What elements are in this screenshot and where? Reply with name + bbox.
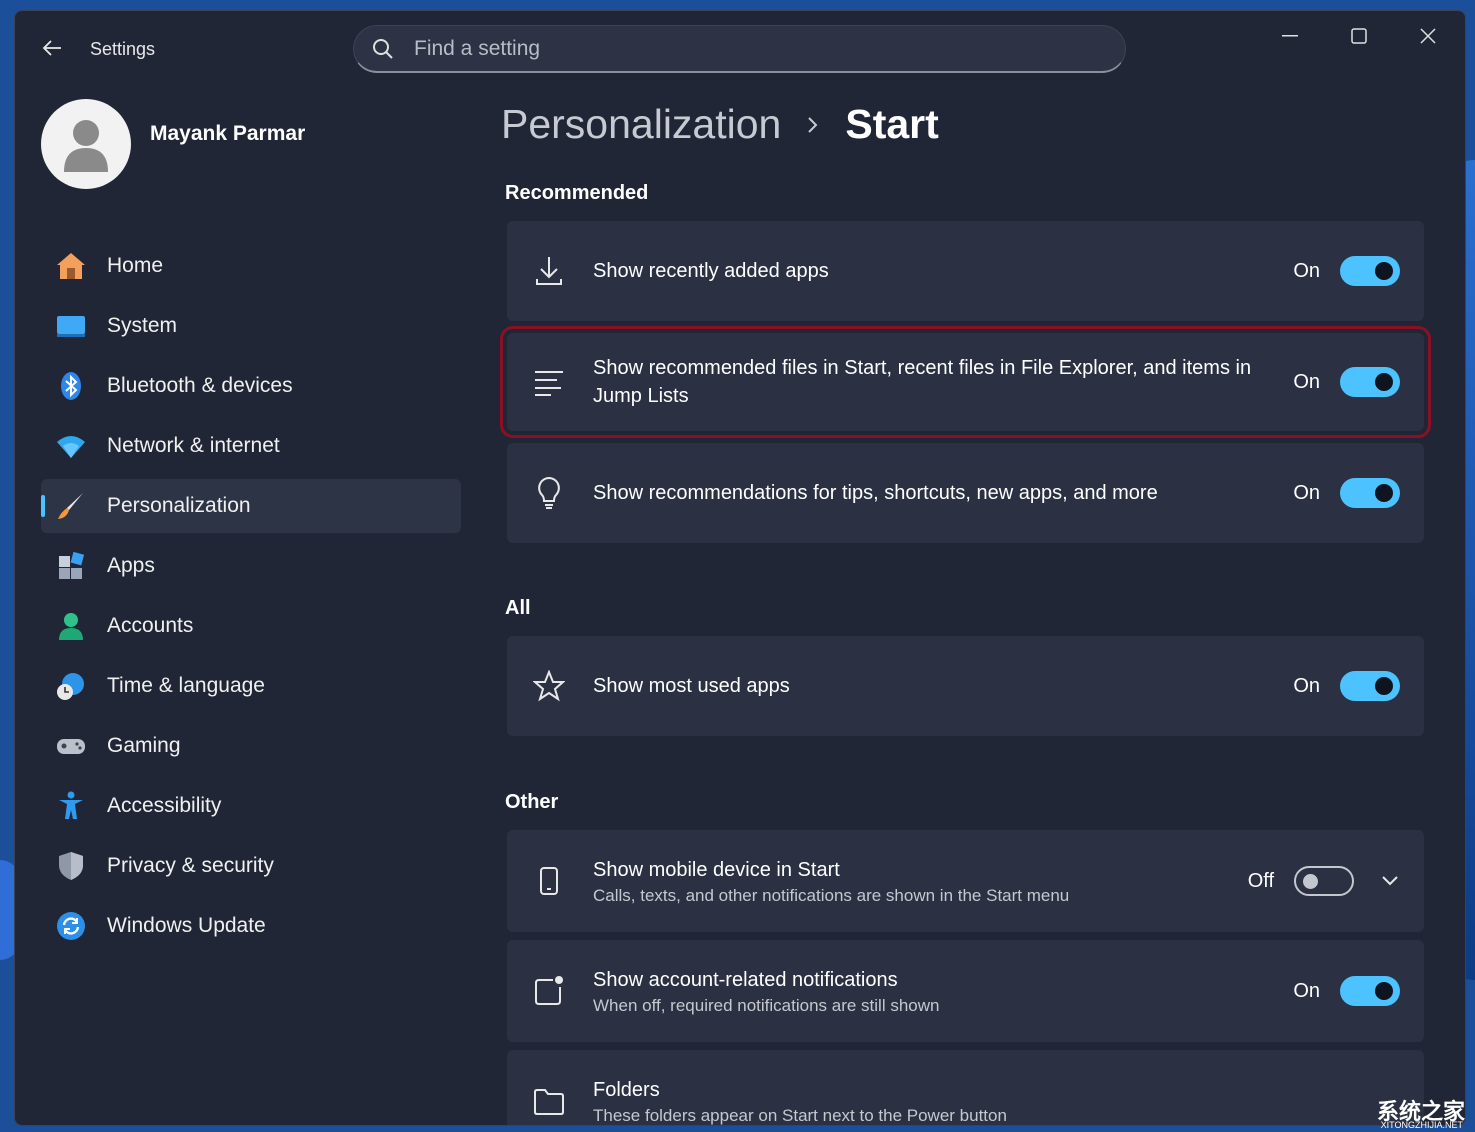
setting-title: Show recommendations for tips, shortcuts… [593, 482, 1158, 504]
lightbulb-icon [529, 473, 569, 513]
sidebar-item-label: Network & internet [107, 434, 280, 457]
sidebar-item-home[interactable]: Home [41, 239, 461, 293]
sidebar-item-label: Accessibility [107, 794, 222, 817]
search-input[interactable] [414, 36, 1014, 61]
folder-icon [529, 1082, 569, 1122]
close-icon [1420, 28, 1436, 44]
watermark-url: XITONGZHIJIA.NET [1380, 1120, 1463, 1130]
sidebar-item-label: Privacy & security [107, 854, 274, 877]
back-button[interactable] [37, 33, 67, 63]
download-icon [529, 251, 569, 291]
most-used-apps-toggle[interactable] [1340, 671, 1400, 701]
sidebar-item-label: Accounts [107, 614, 194, 637]
sidebar-item-label: Personalization [107, 494, 251, 517]
sidebar-item-windows-update[interactable]: Windows Update [41, 899, 461, 953]
avatar[interactable] [41, 99, 131, 189]
section-heading-other: Other [505, 791, 559, 813]
brush-icon [55, 490, 87, 522]
shield-icon [55, 850, 87, 882]
mobile-device-toggle[interactable] [1294, 866, 1354, 896]
toggle-state-label: On [1293, 259, 1320, 282]
breadcrumb: Personalization Start [501, 101, 939, 148]
breadcrumb-parent[interactable]: Personalization [501, 101, 781, 148]
setting-recently-added-apps: Show recently added apps On [507, 221, 1424, 321]
search-icon [373, 38, 393, 59]
home-icon [55, 250, 87, 282]
sidebar-item-label: Gaming [107, 734, 181, 757]
sidebar-item-label: Bluetooth & devices [107, 374, 293, 397]
sidebar-item-accounts[interactable]: Accounts [41, 599, 461, 653]
sidebar-item-privacy-security[interactable]: Privacy & security [41, 839, 461, 893]
page-title: Start [845, 101, 939, 147]
user-name: Mayank Parmar [150, 122, 306, 145]
sidebar-item-label: Time & language [107, 674, 265, 697]
sidebar-item-system[interactable]: System [41, 299, 461, 353]
toggle-state-label: On [1293, 481, 1320, 504]
account-notifications-toggle[interactable] [1340, 976, 1400, 1006]
apps-icon [55, 550, 87, 582]
recommended-files-toggle[interactable] [1340, 367, 1400, 397]
setting-most-used-apps: Show most used apps On [507, 636, 1424, 736]
star-icon [529, 666, 569, 706]
accounts-icon [55, 610, 87, 642]
setting-title: Folders [593, 1079, 660, 1101]
toggle-state-label: On [1293, 370, 1320, 393]
toggle-state-label: On [1293, 674, 1320, 697]
setting-title: Show mobile device in Start [593, 859, 840, 881]
setting-title: Show recently added apps [593, 260, 829, 282]
user-silhouette-icon [64, 120, 108, 172]
setting-title: Show most used apps [593, 675, 790, 697]
setting-recommended-files: Show recommended files in Start, recent … [500, 326, 1431, 438]
update-icon [55, 910, 87, 942]
setting-folders[interactable]: Folders These folders appear on Start ne… [507, 1050, 1424, 1125]
setting-recommendations-tips: Show recommendations for tips, shortcuts… [507, 443, 1424, 543]
sidebar-item-personalization[interactable]: Personalization [41, 479, 461, 533]
sidebar-item-label: Windows Update [107, 914, 266, 937]
chevron-right-icon [807, 115, 819, 135]
setting-description: These folders appear on Start next to th… [593, 1106, 1007, 1125]
sidebar-item-accessibility[interactable]: Accessibility [41, 779, 461, 833]
phone-icon [529, 861, 569, 901]
system-icon [55, 310, 87, 342]
sidebar-nav: Home System Bluetooth & devices Network … [41, 239, 461, 959]
sidebar-item-label: Home [107, 254, 164, 277]
recently-added-toggle[interactable] [1340, 256, 1400, 286]
globe-clock-icon [55, 670, 87, 702]
section-heading-all: All [505, 597, 531, 619]
setting-title: Show recommended files in Start, recent … [593, 357, 1252, 407]
sidebar-item-apps[interactable]: Apps [41, 539, 461, 593]
recommendations-tips-toggle[interactable] [1340, 478, 1400, 508]
search-box[interactable] [353, 25, 1126, 73]
sidebar-item-bluetooth[interactable]: Bluetooth & devices [41, 359, 461, 413]
controller-icon [55, 730, 87, 762]
sidebar-item-label: Apps [107, 554, 155, 577]
notification-badge-icon [529, 971, 569, 1011]
setting-title: Show account-related notifications [593, 969, 898, 991]
maximize-icon [1351, 28, 1367, 44]
toggle-state-label: Off [1247, 869, 1274, 892]
bluetooth-icon [55, 370, 87, 402]
minimize-button[interactable] [1265, 21, 1315, 51]
setting-account-notifications: Show account-related notifications When … [507, 940, 1424, 1042]
minimize-icon [1282, 35, 1298, 37]
sidebar-item-label: System [107, 314, 178, 337]
settings-window: Settings Mayank Parmar Home System [14, 10, 1466, 1126]
app-title: Settings [90, 39, 156, 59]
chevron-down-icon[interactable] [1378, 869, 1402, 893]
toggle-state-label: On [1293, 979, 1320, 1002]
wifi-icon [55, 430, 87, 462]
close-button[interactable] [1403, 21, 1453, 51]
list-lines-icon [529, 362, 569, 402]
setting-description: When off, required notifications are sti… [593, 996, 940, 1015]
sidebar-item-gaming[interactable]: Gaming [41, 719, 461, 773]
accessibility-icon [55, 790, 87, 822]
setting-description: Calls, texts, and other notifications ar… [593, 886, 1070, 905]
maximize-button[interactable] [1334, 21, 1384, 51]
back-arrow-icon [42, 40, 61, 56]
setting-mobile-device[interactable]: Show mobile device in Start Calls, texts… [507, 830, 1424, 932]
sidebar-item-network[interactable]: Network & internet [41, 419, 461, 473]
section-heading-recommended: Recommended [505, 182, 649, 204]
sidebar-item-time-language[interactable]: Time & language [41, 659, 461, 713]
